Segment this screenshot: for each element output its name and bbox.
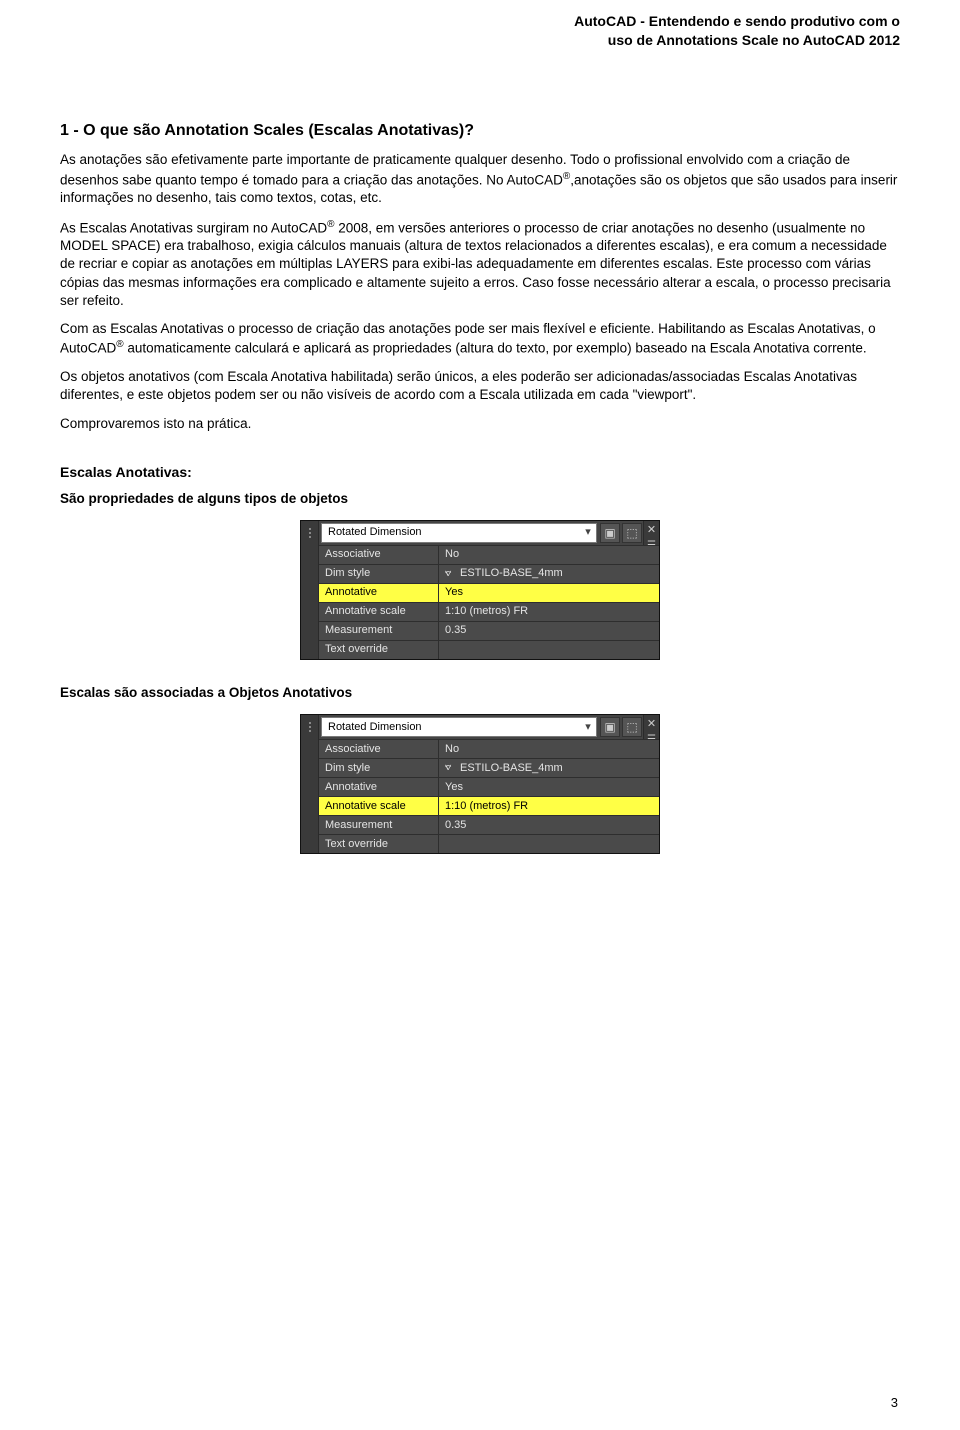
property-value[interactable]: Yes <box>439 584 659 602</box>
property-label: Dim style <box>319 565 439 583</box>
subheading-associadas: Escalas são associadas a Objetos Anotati… <box>60 684 900 702</box>
property-label: Annotative <box>319 778 439 796</box>
paragraph-3: Com as Escalas Anotativas o processo de … <box>60 320 900 358</box>
property-value[interactable]: 1:10 (metros) FR <box>439 603 659 621</box>
property-label: Measurement <box>319 622 439 640</box>
annotative-icon: ⦡ <box>445 763 455 773</box>
chevron-down-icon[interactable]: ▾ <box>580 718 596 736</box>
property-value[interactable]: 0.35 <box>439 622 659 640</box>
property-row[interactable]: Annotative scale1:10 (metros) FR <box>319 602 659 621</box>
property-value[interactable]: No <box>439 740 659 758</box>
page-header: AutoCAD - Entendendo e sendo produtivo c… <box>60 0 900 50</box>
property-label: Associative <box>319 546 439 564</box>
property-value[interactable]: 0.35 <box>439 816 659 834</box>
subheading-escalas-anotativas: Escalas Anotativas: <box>60 463 900 482</box>
property-row[interactable]: AssociativeNo <box>319 739 659 758</box>
property-label: Text override <box>319 835 439 853</box>
property-row[interactable]: AnnotativeYes <box>319 583 659 602</box>
properties-panel-1: Rotated Dimension ▾ ▣ ⬚ ✕ ☰ AssociativeN… <box>60 520 900 660</box>
panel-grip[interactable] <box>301 715 319 739</box>
annotative-icon: ⦡ <box>445 569 455 579</box>
properties-rows: AssociativeNoDim style⦡ESTILO-BASE_4mmAn… <box>319 545 659 659</box>
close-icon[interactable]: ✕ <box>647 717 656 732</box>
section-heading: 1 - O que são Annotation Scales (Escalas… <box>60 120 900 142</box>
property-row[interactable]: Measurement0.35 <box>319 815 659 834</box>
property-label: Text override <box>319 641 439 659</box>
header-line-2: uso de Annotations Scale no AutoCAD 2012 <box>60 31 900 50</box>
property-row[interactable]: Measurement0.35 <box>319 621 659 640</box>
chevron-down-icon[interactable]: ▾ <box>580 524 596 542</box>
panel-side-grip[interactable] <box>301 739 319 853</box>
property-value[interactable] <box>439 641 659 659</box>
property-value[interactable]: 1:10 (metros) FR <box>439 797 659 815</box>
property-row[interactable]: AssociativeNo <box>319 545 659 564</box>
property-value[interactable]: ⦡ESTILO-BASE_4mm <box>439 565 659 583</box>
property-row[interactable]: Dim style⦡ESTILO-BASE_4mm <box>319 564 659 583</box>
property-value[interactable] <box>439 835 659 853</box>
paragraph-5: Comprovaremos isto na prática. <box>60 415 900 433</box>
property-label: Annotative <box>319 584 439 602</box>
panel-grip[interactable] <box>301 521 319 545</box>
properties-panel-2: Rotated Dimension ▾ ▣ ⬚ ✕ ☰ AssociativeN… <box>60 714 900 854</box>
property-label: Measurement <box>319 816 439 834</box>
paragraph-2: As Escalas Anotativas surgiram no AutoCA… <box>60 218 900 311</box>
close-icon[interactable]: ✕ <box>647 523 656 538</box>
property-label: Annotative scale <box>319 603 439 621</box>
property-row[interactable]: Text override <box>319 640 659 659</box>
object-type-selector[interactable]: Rotated Dimension ▾ <box>321 717 597 737</box>
pickadd-icon[interactable]: ⬚ <box>622 523 642 543</box>
property-row[interactable]: Dim style⦡ESTILO-BASE_4mm <box>319 758 659 777</box>
property-value[interactable]: ⦡ESTILO-BASE_4mm <box>439 759 659 777</box>
property-label: Dim style <box>319 759 439 777</box>
object-type-selector[interactable]: Rotated Dimension ▾ <box>321 523 597 543</box>
property-label: Associative <box>319 740 439 758</box>
pickadd-icon[interactable]: ⬚ <box>622 717 642 737</box>
property-row[interactable]: Text override <box>319 834 659 853</box>
quick-select-icon[interactable]: ▣ <box>600 523 620 543</box>
property-label: Annotative scale <box>319 797 439 815</box>
subheading-propriedades: São propriedades de alguns tipos de obje… <box>60 490 900 508</box>
property-value[interactable]: No <box>439 546 659 564</box>
properties-rows: AssociativeNoDim style⦡ESTILO-BASE_4mmAn… <box>319 739 659 853</box>
page-number: 3 <box>891 1394 898 1412</box>
property-value[interactable]: Yes <box>439 778 659 796</box>
property-row[interactable]: AnnotativeYes <box>319 777 659 796</box>
property-row[interactable]: Annotative scale1:10 (metros) FR <box>319 796 659 815</box>
panel-side-grip[interactable] <box>301 545 319 659</box>
header-line-1: AutoCAD - Entendendo e sendo produtivo c… <box>60 12 900 31</box>
quick-select-icon[interactable]: ▣ <box>600 717 620 737</box>
paragraph-1: As anotações são efetivamente parte impo… <box>60 151 900 207</box>
paragraph-4: Os objetos anotativos (com Escala Anotat… <box>60 368 900 404</box>
